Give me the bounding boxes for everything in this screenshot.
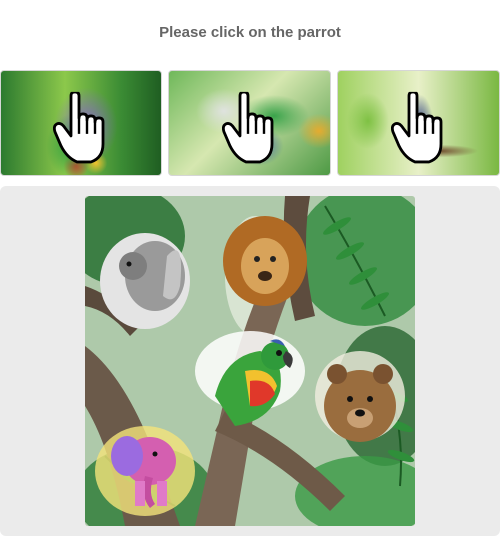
example-parrot-3 — [337, 70, 500, 176]
captcha-header: Please click on the parrot — [0, 0, 500, 64]
example-parrot-2 — [168, 70, 331, 176]
squirrel — [100, 233, 190, 329]
hand-pointer-icon — [390, 91, 442, 164]
jungle-scene — [85, 196, 415, 526]
example-images — [0, 70, 500, 176]
lion — [223, 216, 307, 306]
captcha-prompt: Please click on the parrot — [159, 23, 341, 41]
example-parrot-1 — [0, 70, 162, 176]
challenge-image[interactable] — [85, 196, 415, 526]
elephant — [95, 426, 195, 516]
hand-pointer-icon — [221, 91, 273, 164]
hand-pointer-icon — [53, 91, 105, 164]
